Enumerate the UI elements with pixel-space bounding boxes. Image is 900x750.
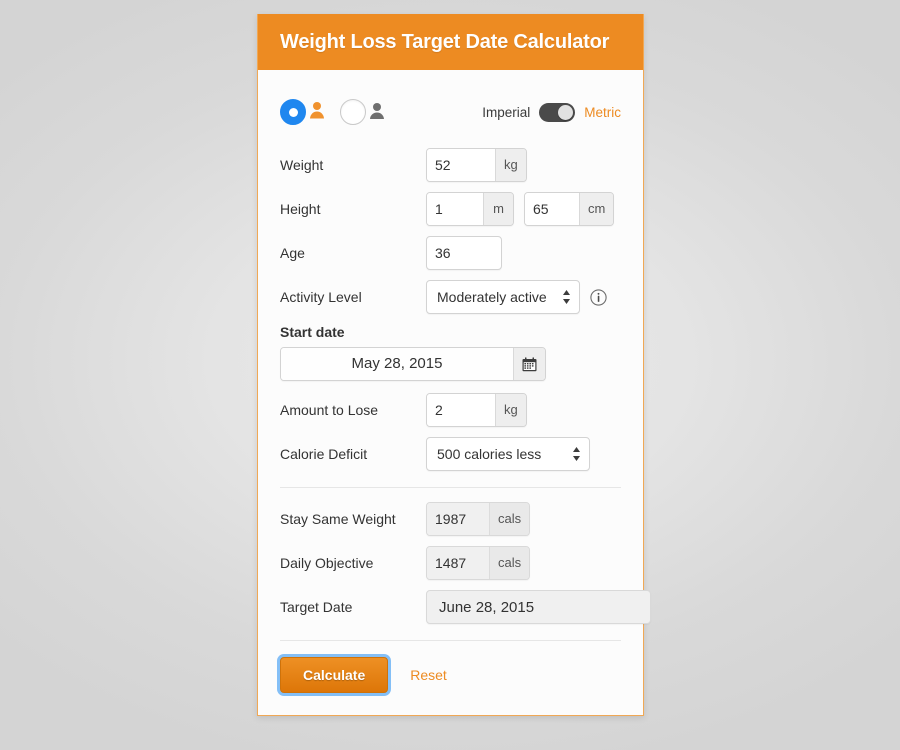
weight-input[interactable]: [427, 149, 495, 181]
start-date-label: Start date: [280, 324, 345, 340]
calendar-icon: [522, 356, 537, 371]
reset-link[interactable]: Reset: [410, 667, 447, 683]
age-control: [426, 236, 502, 270]
target-date-control: [426, 590, 651, 624]
stay-same-weight-label: Stay Same Weight: [280, 511, 396, 527]
units-toggle[interactable]: [539, 102, 576, 122]
person-female-icon: [308, 101, 326, 123]
person-male-icon: [368, 101, 386, 123]
page-title: Weight Loss Target Date Calculator: [280, 30, 610, 53]
calorie-deficit-label: Calorie Deficit: [280, 446, 368, 462]
start-date-group: [280, 347, 546, 381]
stay-same-weight-value: [427, 503, 489, 535]
age-input[interactable]: [426, 236, 502, 270]
activity-level-control: Moderately active: [426, 280, 607, 314]
units-toggle-group: Imperial Metric: [482, 102, 621, 122]
amount-to-lose-group: kg: [426, 393, 527, 427]
daily-objective-group: cals: [426, 546, 531, 580]
chevron-updown-icon: [563, 290, 570, 304]
gender-group: [280, 99, 386, 125]
gender-and-units-row: Imperial Metric: [280, 90, 621, 134]
start-date-input[interactable]: [281, 348, 513, 380]
stay-same-weight-group: cals: [426, 502, 531, 536]
weight-unit-addon: kg: [495, 149, 526, 181]
imperial-label[interactable]: Imperial: [482, 105, 530, 120]
calorie-deficit-control: 500 calories less: [426, 437, 590, 471]
footer-actions: Calculate Reset: [280, 655, 621, 693]
height-label: Height: [280, 201, 321, 217]
radio-female[interactable]: [280, 99, 306, 125]
calorie-deficit-select[interactable]: 500 calories less: [426, 437, 590, 471]
daily-objective-addon: cals: [489, 547, 530, 579]
row-weight: Weight kg: [280, 148, 621, 182]
weight-label: Weight: [280, 157, 324, 173]
height-meters-input[interactable]: [427, 193, 483, 225]
weight-control: kg: [426, 148, 527, 182]
amount-to-lose-input[interactable]: [427, 394, 495, 426]
metric-label[interactable]: Metric: [584, 105, 621, 120]
info-circle-icon[interactable]: [590, 288, 607, 306]
gender-option-female[interactable]: [280, 99, 326, 125]
calendar-button[interactable]: [513, 348, 545, 380]
row-height: Height m cm: [280, 192, 621, 226]
amount-to-lose-addon: kg: [495, 394, 526, 426]
calculator-panel: Weight Loss Target Date Calculator Imper…: [257, 14, 651, 716]
row-activity-level: Activity Level Moderately active: [280, 280, 621, 314]
amount-to-lose-control: kg: [426, 393, 527, 427]
divider-results: [280, 487, 621, 488]
stay-same-weight-control: cals: [426, 502, 531, 536]
daily-objective-value: [427, 547, 489, 579]
row-amount-to-lose: Amount to Lose kg: [280, 393, 621, 427]
activity-level-label: Activity Level: [280, 289, 362, 305]
chevron-updown-icon: [573, 447, 580, 461]
height-meters-addon: m: [483, 193, 513, 225]
calculate-button[interactable]: Calculate: [280, 657, 389, 693]
height-control: m cm: [426, 192, 615, 226]
start-date-block: Start date: [280, 324, 621, 393]
radio-male[interactable]: [340, 99, 366, 125]
row-age: Age: [280, 236, 621, 270]
stay-same-weight-addon: cals: [489, 503, 530, 535]
gender-option-male[interactable]: [340, 99, 386, 125]
panel-body: Imperial Metric Weight kg: [258, 70, 651, 715]
target-date-label: Target Date: [280, 599, 353, 615]
height-centimeters-addon: cm: [579, 193, 614, 225]
page-background: Weight Loss Target Date Calculator Imper…: [0, 0, 900, 750]
panel-header: Weight Loss Target Date Calculator: [258, 14, 643, 70]
daily-objective-control: cals: [426, 546, 531, 580]
age-label: Age: [280, 245, 305, 261]
calorie-deficit-value: 500 calories less: [437, 446, 542, 462]
activity-level-value: Moderately active: [437, 289, 547, 305]
toggle-knob: [558, 104, 574, 120]
height-centimeters-input[interactable]: [525, 193, 579, 225]
daily-objective-label: Daily Objective: [280, 555, 374, 571]
divider-footer: [280, 640, 621, 641]
activity-level-select[interactable]: Moderately active: [426, 280, 580, 314]
row-stay-same-weight: Stay Same Weight cals: [280, 502, 621, 536]
row-target-date: Target Date: [280, 590, 651, 624]
height-centimeters-group: cm: [524, 192, 615, 226]
target-date-value: [426, 590, 651, 624]
height-meters-group: m: [426, 192, 514, 226]
weight-input-group: kg: [426, 148, 527, 182]
amount-to-lose-label: Amount to Lose: [280, 402, 379, 418]
row-daily-objective: Daily Objective cals: [280, 546, 621, 580]
row-calorie-deficit: Calorie Deficit 500 calories less: [280, 437, 621, 471]
